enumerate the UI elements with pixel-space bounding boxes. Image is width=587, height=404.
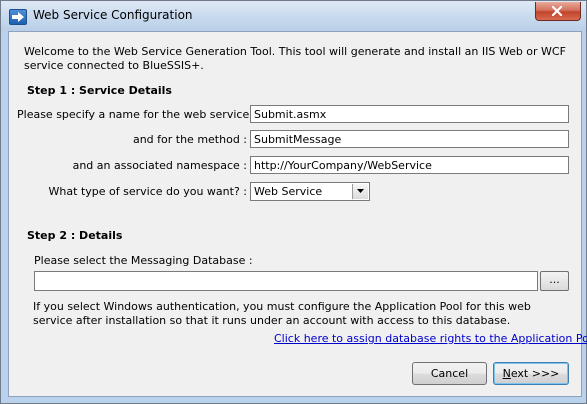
step2-heading: Step 2 : Details bbox=[27, 229, 123, 242]
windows-auth-info: If you select Windows authentication, yo… bbox=[33, 300, 531, 327]
service-name-input[interactable]: Submit.asmx bbox=[250, 105, 569, 123]
browse-button[interactable]: ... bbox=[540, 271, 569, 291]
next-button[interactable]: Next >>> bbox=[493, 362, 569, 385]
namespace-input[interactable]: http://YourCompany/WebService bbox=[250, 156, 569, 174]
dialog-body: Welcome to the Web Service Generation To… bbox=[8, 31, 587, 397]
service-name-label: Please specify a name for the web servic… bbox=[17, 108, 257, 121]
chevron-down-icon bbox=[357, 189, 364, 193]
method-name-input[interactable]: SubmitMessage bbox=[250, 130, 569, 148]
arrow-right-icon bbox=[9, 9, 27, 25]
dialog-window: Web Service Configuration Welcome to the… bbox=[0, 0, 587, 404]
close-icon bbox=[551, 6, 563, 16]
service-type-select[interactable]: Web Service bbox=[250, 182, 370, 201]
title-bar[interactable]: Web Service Configuration bbox=[1, 1, 586, 31]
database-input[interactable] bbox=[34, 271, 538, 291]
close-button[interactable] bbox=[535, 2, 581, 21]
cancel-button[interactable]: Cancel bbox=[412, 362, 487, 385]
namespace-label: and an associated namespace : bbox=[72, 159, 247, 172]
service-type-value: Web Service bbox=[254, 185, 323, 198]
intro-text: Welcome to the Web Service Generation To… bbox=[24, 45, 566, 72]
database-label: Please select the Messaging Database : bbox=[34, 254, 253, 267]
service-type-label: What type of service do you want? : bbox=[48, 185, 247, 198]
dropdown-button[interactable] bbox=[352, 184, 368, 199]
step1-heading: Step 1 : Service Details bbox=[27, 84, 172, 97]
assign-rights-link[interactable]: Click here to assign database rights to … bbox=[274, 332, 587, 345]
window-title: Web Service Configuration bbox=[33, 8, 193, 22]
method-name-label: and for the method : bbox=[132, 133, 247, 146]
